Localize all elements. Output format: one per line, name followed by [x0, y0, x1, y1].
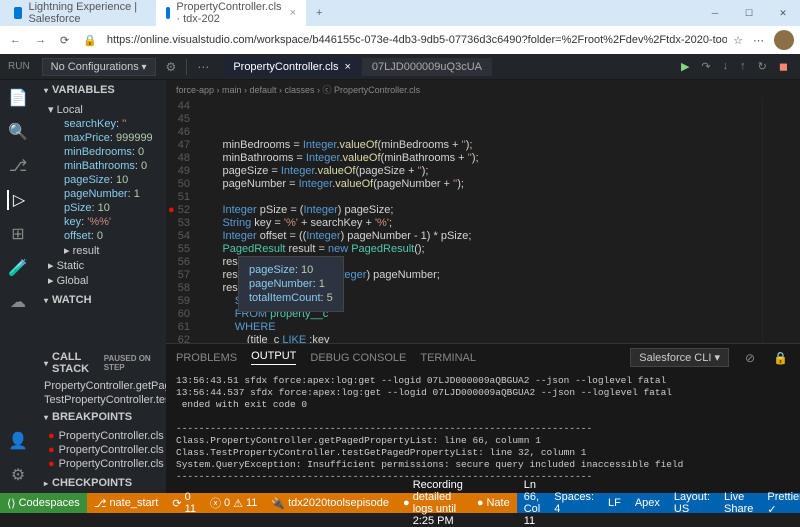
restart-button[interactable]: ↻: [754, 58, 771, 75]
menu-icon[interactable]: ⋯: [753, 34, 764, 47]
browser-tab-active[interactable]: PropertyController.cls · tdx-202 ×: [156, 0, 306, 29]
breakpoint-item[interactable]: ● PropertyController.cls force-app/mai..…: [36, 429, 166, 443]
variable-item[interactable]: pageSize: 10: [36, 173, 166, 187]
clear-icon[interactable]: ⊘: [743, 349, 757, 367]
profile-avatar[interactable]: [774, 30, 794, 50]
step-over-button[interactable]: ↷: [697, 58, 714, 75]
code-editor[interactable]: minBedrooms = Integer.valueOf(minBedroom…: [198, 98, 762, 343]
output-channel-dropdown[interactable]: Salesforce CLI ▾: [630, 348, 729, 367]
editor-top-bar: RUN No Configurations ▾ ⚙ ⋯ PropertyCont…: [0, 54, 800, 80]
breakpoints-header[interactable]: ▾BREAKPOINTS: [36, 407, 166, 427]
cursor-position[interactable]: Ln 66, Col 11: [517, 493, 548, 513]
test-icon[interactable]: 🧪: [8, 258, 28, 278]
line-gutter[interactable]: 4445464748495051● 5253545556575859606162…: [166, 98, 198, 343]
variable-item[interactable]: minBathrooms: 0: [36, 159, 166, 173]
run-debug-icon[interactable]: ▷: [7, 190, 27, 210]
activity-bar: 📄 🔍 ⎇ ▷ ⊞ 🧪 ☁ 👤 ⚙: [0, 80, 36, 493]
panel-tabs: PROBLEMS OUTPUT DEBUG CONSOLE TERMINAL S…: [166, 344, 800, 371]
lock-scroll-icon[interactable]: 🔒: [771, 349, 790, 367]
editor-tab[interactable]: 07LJD000009uQ3cUA: [362, 58, 492, 76]
paused-badge: PAUSED ON STEP: [104, 354, 158, 372]
favorite-icon[interactable]: ☆: [733, 34, 743, 47]
variable-item[interactable]: key: '%%': [36, 215, 166, 229]
org-indicator[interactable]: 🔌 tdx2020toolsepisode: [264, 493, 396, 513]
ellipsis-icon[interactable]: ⋯: [195, 58, 211, 76]
close-icon[interactable]: ×: [344, 61, 350, 73]
static-scope[interactable]: ▸ Static: [36, 258, 166, 273]
settings-icon[interactable]: ⚙: [8, 465, 28, 485]
errors-warnings[interactable]: ⓧ 0 ⚠ 11: [203, 493, 264, 513]
recording-indicator[interactable]: ● Recording detailed logs until 2:25 PM: [396, 493, 470, 513]
sync-indicator[interactable]: ⟳ 0 11: [165, 493, 203, 513]
terminal-tab[interactable]: TERMINAL: [420, 352, 476, 364]
cloud-icon[interactable]: ☁: [8, 292, 28, 312]
codespaces-button[interactable]: ⟨⟩ Codespaces: [0, 493, 87, 513]
refresh-button[interactable]: ⟳: [56, 32, 73, 49]
callstack-frame[interactable]: PropertyController.getPagedPropertyLi: [36, 379, 166, 393]
extensions-icon[interactable]: ⊞: [8, 224, 28, 244]
watch-header[interactable]: ▾WATCH: [36, 290, 166, 310]
prettier[interactable]: Prettier ✓: [760, 493, 800, 513]
variable-item[interactable]: minBedrooms: 0: [36, 145, 166, 159]
indentation[interactable]: Spaces: 4: [547, 493, 601, 513]
browser-tab-strip: Lightning Experience | Salesforce Proper…: [0, 0, 800, 26]
live-share[interactable]: Live Share: [717, 493, 760, 513]
new-tab-button[interactable]: +: [308, 3, 330, 23]
close-button[interactable]: ✕: [766, 0, 800, 26]
search-icon[interactable]: 🔍: [8, 122, 28, 142]
debug-config-dropdown[interactable]: No Configurations ▾: [42, 58, 156, 76]
local-scope[interactable]: ▾ Local: [36, 102, 166, 117]
keyboard-layout[interactable]: Layout: US: [667, 493, 717, 513]
checkpoints-header[interactable]: ▸CHECKPOINTS: [36, 473, 166, 493]
variable-item[interactable]: pageNumber: 1: [36, 187, 166, 201]
explorer-icon[interactable]: 📄: [8, 88, 28, 108]
output-content[interactable]: 13:56:43.51 sfdx force:apex:log:get --lo…: [166, 371, 800, 493]
debug-sidebar: ▾VARIABLES ▾ Local searchKey: ''maxPrice…: [36, 80, 166, 493]
stop-button[interactable]: ◼: [775, 58, 792, 75]
breakpoint-item[interactable]: ● PropertyController.cls force-app/mai..…: [36, 457, 166, 471]
variable-item[interactable]: pSize: 10: [36, 201, 166, 215]
step-out-button[interactable]: ↑: [736, 58, 750, 75]
minimap[interactable]: [762, 98, 800, 343]
back-button[interactable]: ←: [6, 32, 25, 48]
breakpoint-item[interactable]: ● PropertyController.cls force-app/mai..…: [36, 443, 166, 457]
problems-tab[interactable]: PROBLEMS: [176, 352, 237, 364]
source-control-icon[interactable]: ⎇: [8, 156, 28, 176]
breadcrumb[interactable]: force-app › main › default › classes › ⓒ…: [166, 80, 800, 98]
address-bar: ← → ⟳ 🔒 ☆ ⋯: [0, 26, 800, 54]
tab-label: PropertyController.cls · tdx-202: [176, 1, 281, 25]
variable-result[interactable]: ▸ result: [36, 243, 166, 258]
output-tab[interactable]: OUTPUT: [251, 350, 296, 365]
lock-icon: 🔒: [79, 32, 101, 49]
language-mode[interactable]: Apex: [628, 493, 667, 513]
eol[interactable]: LF: [601, 493, 628, 513]
step-into-button[interactable]: ↓: [719, 58, 733, 75]
global-scope[interactable]: ▸ Global: [36, 273, 166, 288]
callstack-header[interactable]: ▾CALL STACKPAUSED ON STEP: [36, 347, 166, 379]
branch-indicator[interactable]: ⎇ nate_start: [87, 493, 166, 513]
minimize-button[interactable]: ─: [698, 0, 732, 26]
nate-indicator[interactable]: ● Nate: [470, 493, 517, 513]
debug-hover-tooltip: pageSize: 10pageNumber: 1totalItemCount:…: [238, 256, 344, 312]
browser-tab[interactable]: Lightning Experience | Salesforce: [4, 0, 154, 29]
gear-icon[interactable]: ⚙: [164, 58, 179, 76]
callstack-frame[interactable]: TestPropertyController.testGetPagedP: [36, 393, 166, 407]
maximize-button[interactable]: ☐: [732, 0, 766, 26]
variable-item[interactable]: maxPrice: 999999: [36, 131, 166, 145]
forward-button[interactable]: →: [31, 32, 50, 48]
editor-tab-active[interactable]: PropertyController.cls×: [223, 58, 361, 76]
variable-item[interactable]: searchKey: '': [36, 117, 166, 131]
tab-label: Lightning Experience | Salesforce: [28, 1, 144, 25]
url-input[interactable]: [107, 34, 727, 46]
account-icon[interactable]: 👤: [8, 431, 28, 451]
continue-button[interactable]: ▶: [677, 58, 693, 75]
close-icon[interactable]: ×: [290, 7, 296, 19]
debug-console-tab[interactable]: DEBUG CONSOLE: [310, 352, 406, 364]
variable-item[interactable]: offset: 0: [36, 229, 166, 243]
status-bar: ⟨⟩ Codespaces ⎇ nate_start ⟳ 0 11 ⓧ 0 ⚠ …: [0, 493, 800, 513]
variables-header[interactable]: ▾VARIABLES: [36, 80, 166, 100]
run-label: RUN: [8, 61, 30, 72]
